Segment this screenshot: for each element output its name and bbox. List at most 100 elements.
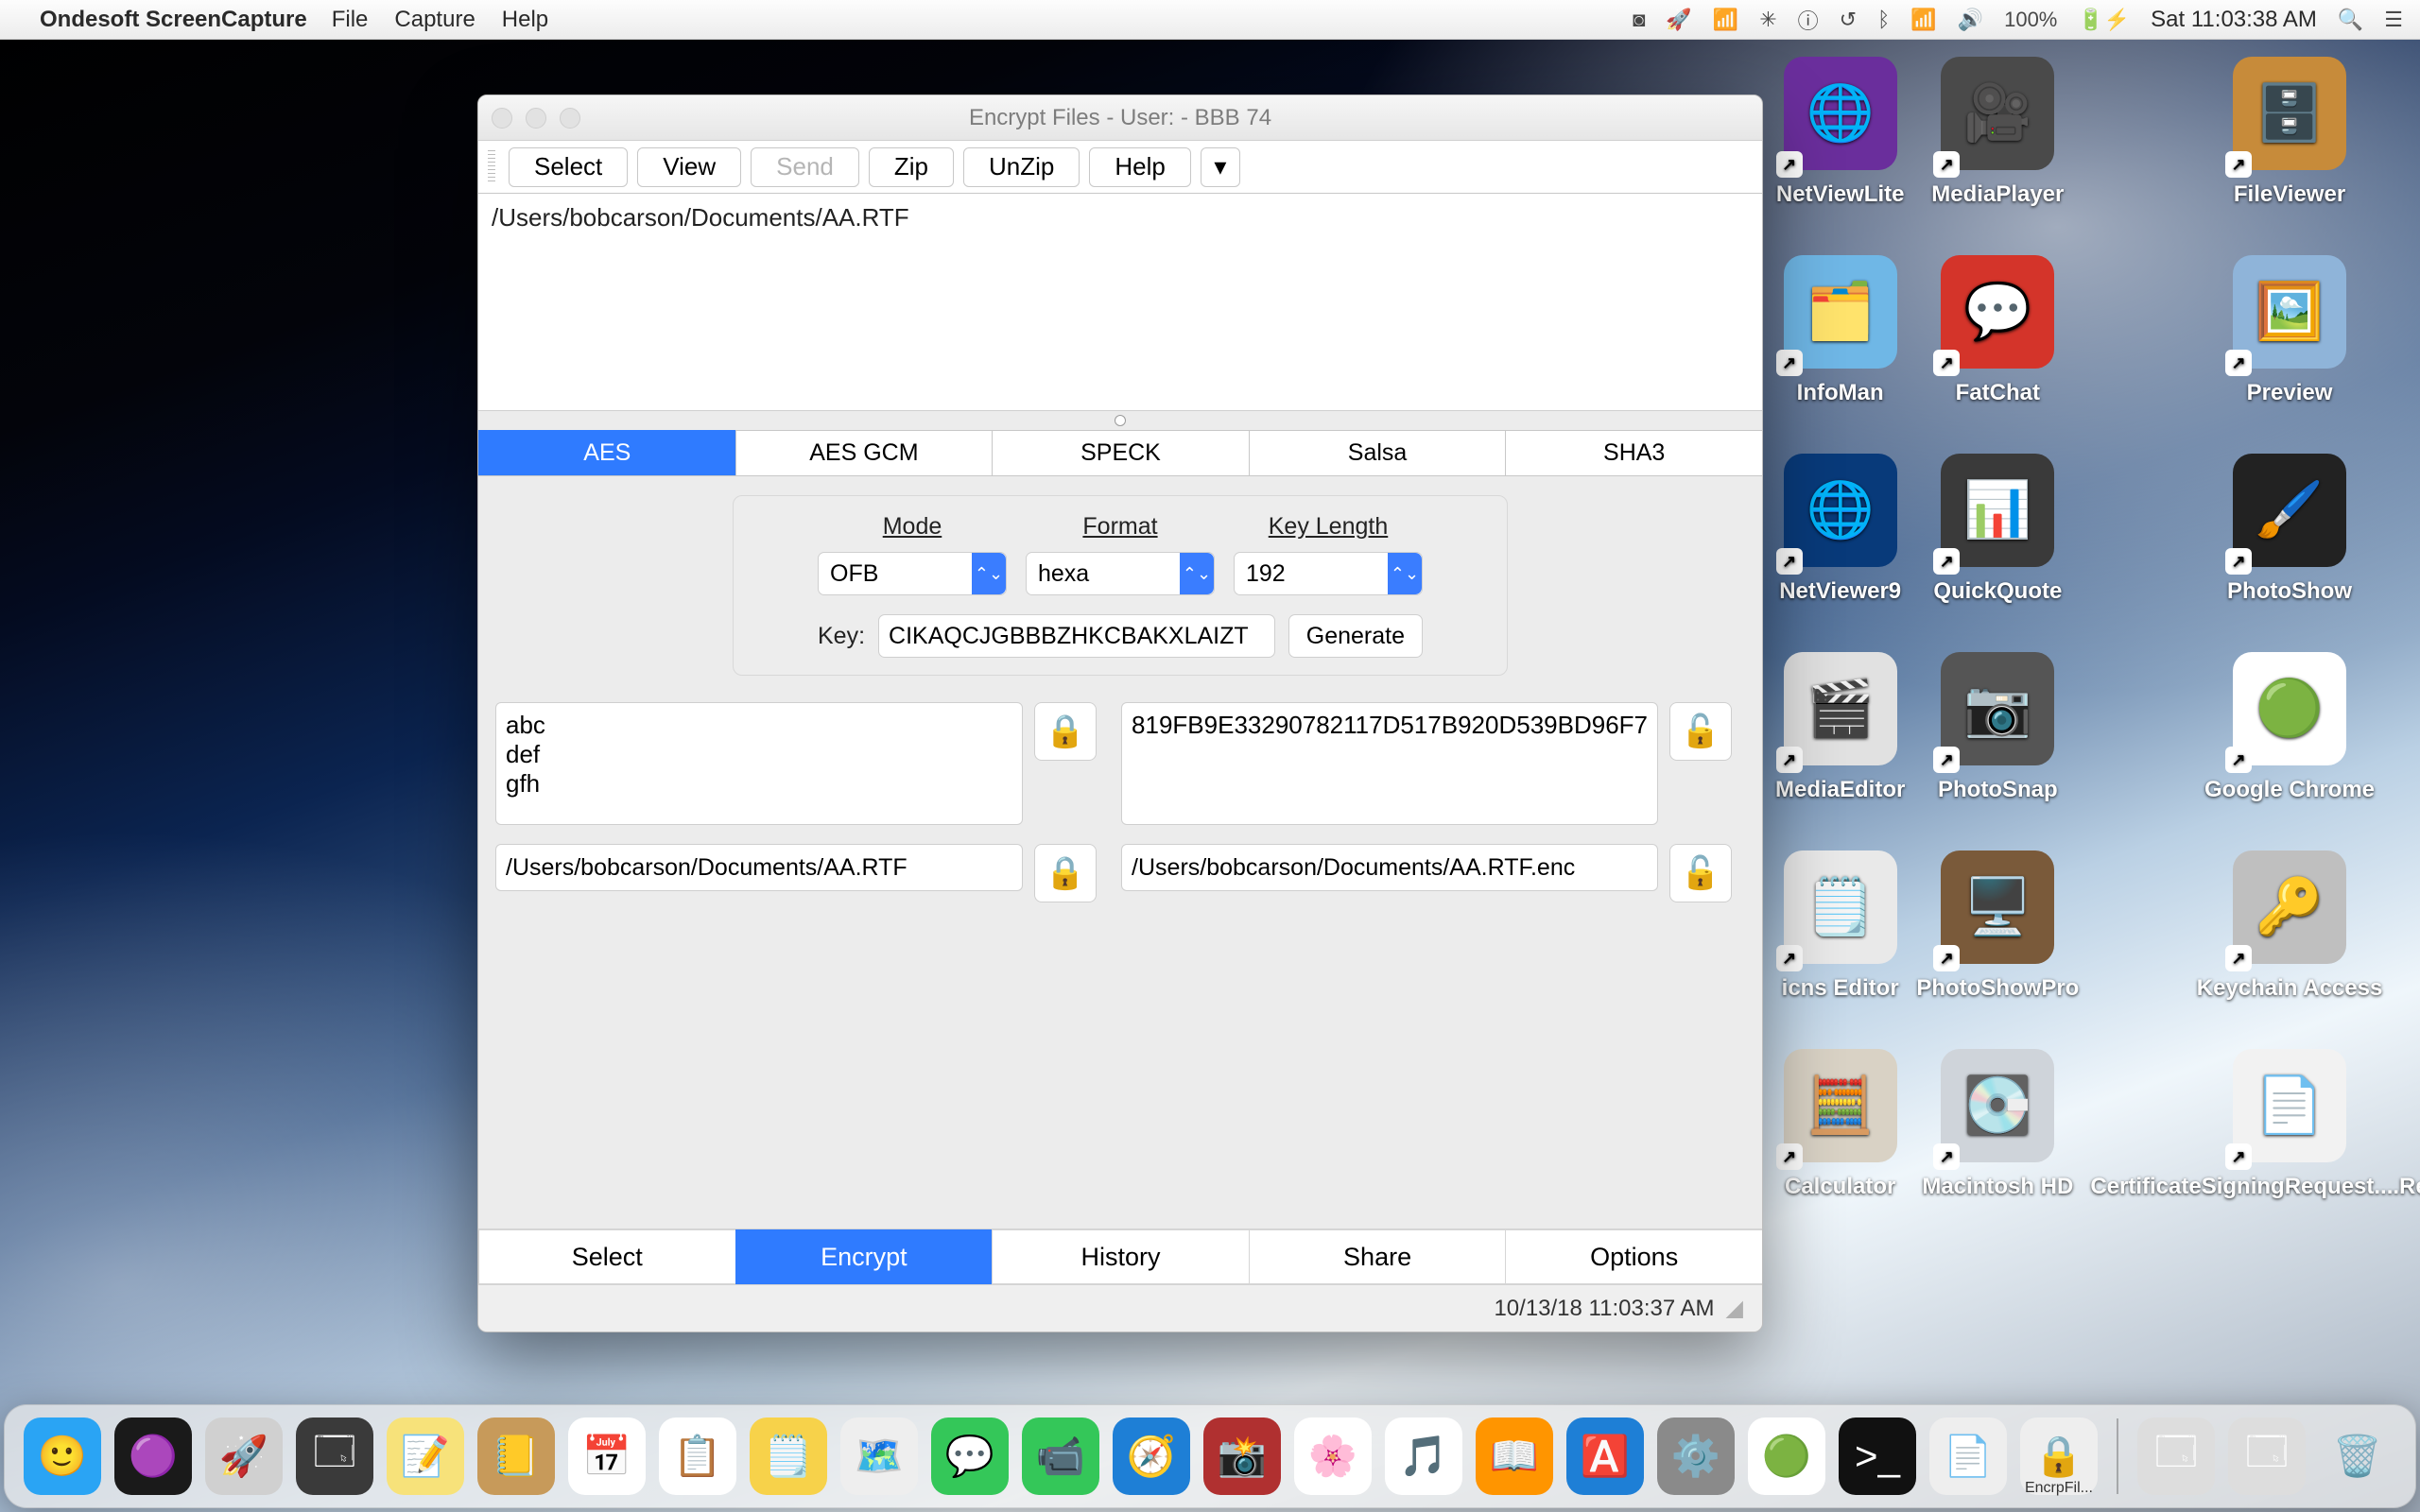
dock-item-reminders[interactable]: 📋 <box>659 1418 736 1495</box>
dock-item-calendar[interactable]: 📅 <box>568 1418 646 1495</box>
desktop-icon[interactable]: 🎥↗MediaPlayer <box>1910 57 2084 255</box>
desktop-icon[interactable]: 🖼️↗Preview <box>2084 255 2420 454</box>
encrypt-text-button[interactable]: 🔒 <box>1034 702 1097 761</box>
menubar-spotlight-icon[interactable]: 🔍 <box>2338 8 2363 32</box>
menu-capture[interactable]: Capture <box>394 7 475 33</box>
desktop-icon[interactable]: 🟢↗Google Chrome <box>2084 652 2420 850</box>
desktop-icon[interactable]: 🌐↗NetViewLite <box>1770 57 1910 255</box>
bottom-tab[interactable]: Share <box>1249 1229 1507 1284</box>
menubar-battery-text[interactable]: 100% <box>2004 8 2057 32</box>
algo-tab[interactable]: AES <box>478 430 736 475</box>
menubar-screencapture-icon[interactable]: ◙ <box>1633 8 1645 32</box>
dock-item-mission-control[interactable]: 🗔 <box>296 1418 373 1495</box>
toolbar-zip-button[interactable]: Zip <box>869 147 954 187</box>
split-handle[interactable] <box>478 411 1762 430</box>
dock-item-doc2[interactable]: 🗔 <box>2228 1418 2306 1495</box>
dock-item-safari[interactable]: 🧭 <box>1113 1418 1190 1495</box>
menubar-clock[interactable]: Sat 11:03:38 AM <box>2151 7 2317 33</box>
desktop-icon[interactable]: 🗄️↗FileViewer <box>2084 57 2420 255</box>
dock-item-facetime[interactable]: 📹 <box>1022 1418 1099 1495</box>
dock-item-notes[interactable]: 📝 <box>387 1418 464 1495</box>
algo-tab[interactable]: SHA3 <box>1505 430 1763 475</box>
desktop-icon[interactable]: 🖌️↗PhotoShow <box>2084 454 2420 652</box>
toolbar-grip-icon[interactable] <box>488 150 495 184</box>
algo-tab[interactable]: AES GCM <box>735 430 994 475</box>
dock-item-textedit[interactable]: 📄 <box>1929 1418 2007 1495</box>
algo-tab[interactable]: Salsa <box>1249 430 1507 475</box>
menubar-battery-icon[interactable]: 🔋⚡ <box>2078 8 2130 32</box>
dock-item-contacts[interactable]: 📒 <box>477 1418 555 1495</box>
desktop-icon[interactable]: 📄↗CertificateSigningRequest....Request <box>2084 1049 2420 1247</box>
decrypt-file-button[interactable]: 🔓 <box>1669 844 1732 902</box>
dock-item-trash[interactable]: 🗑️ <box>2319 1418 2396 1495</box>
menubar-wifi-alt-icon[interactable]: 📶 <box>1713 8 1738 32</box>
menubar-rocket-icon[interactable]: 🚀 <box>1666 8 1691 32</box>
decrypt-text-button[interactable]: 🔓 <box>1669 702 1732 761</box>
toolbar-help-button[interactable]: Help <box>1089 147 1190 187</box>
menu-file[interactable]: File <box>332 7 369 33</box>
resize-grip-icon[interactable]: ◢ <box>1726 1295 1743 1322</box>
menubar-timemachine-icon[interactable]: ↺ <box>1840 8 1857 32</box>
toolbar-view-button[interactable]: View <box>637 147 741 187</box>
desktop-icon[interactable]: 💽↗Macintosh HD <box>1910 1049 2084 1247</box>
window-minimize-button[interactable] <box>526 108 546 129</box>
desktop-icon[interactable]: 🎬↗MediaEditor <box>1770 652 1910 850</box>
desktop-icon[interactable]: 🗒️↗icns Editor <box>1770 850 1910 1049</box>
window-zoom-button[interactable] <box>560 108 580 129</box>
dock-item-appstore[interactable]: 🅰️ <box>1566 1418 1644 1495</box>
menubar-volume-icon[interactable]: 🔊 <box>1958 8 1983 32</box>
bottom-tab[interactable]: Options <box>1505 1229 1763 1284</box>
dock-item-stickies[interactable]: 🗒️ <box>750 1418 827 1495</box>
dock-item-photobooth[interactable]: 📸 <box>1203 1418 1281 1495</box>
desktop-icon[interactable]: 💬↗FatChat <box>1910 255 2084 454</box>
bottom-tab[interactable]: Select <box>478 1229 736 1284</box>
desktop-icon[interactable]: 🌐↗NetViewer9 <box>1770 454 1910 652</box>
menubar-app-name[interactable]: Ondesoft ScreenCapture <box>40 7 307 33</box>
format-select[interactable]: hexa ⌃⌄ <box>1026 552 1215 595</box>
desktop-icon[interactable]: 📊↗QuickQuote <box>1910 454 2084 652</box>
menubar-antivirus-icon[interactable]: ✳︎ <box>1759 8 1776 32</box>
dock-item-terminal[interactable]: >_ <box>1839 1418 1916 1495</box>
dock-item-maps[interactable]: 🗺️ <box>840 1418 918 1495</box>
generate-button[interactable]: Generate <box>1288 614 1423 658</box>
toolbar-unzip-button[interactable]: UnZip <box>963 147 1080 187</box>
file-list[interactable]: /Users/bobcarson/Documents/AA.RTF <box>478 194 1762 411</box>
menu-help[interactable]: Help <box>502 7 548 33</box>
toolbar-send-button[interactable]: Send <box>751 147 859 187</box>
plaintext-input[interactable]: abc def gfh <box>495 702 1023 825</box>
desktop-icon[interactable]: 📷↗PhotoSnap <box>1910 652 2084 850</box>
menubar-bluetooth-icon[interactable]: ᛒ <box>1877 8 1890 32</box>
dock-item-itunes[interactable]: 🎵 <box>1385 1418 1462 1495</box>
input-path-field[interactable] <box>495 844 1023 891</box>
menubar-wifi-icon[interactable]: 📶 <box>1910 8 1936 32</box>
file-list-item[interactable]: /Users/bobcarson/Documents/AA.RTF <box>492 203 1749 232</box>
bottom-tab[interactable]: Encrypt <box>735 1229 994 1284</box>
dock-item-chrome[interactable]: 🟢 <box>1748 1418 1825 1495</box>
keylen-select[interactable]: 192 ⌃⌄ <box>1234 552 1423 595</box>
menubar-notifications-icon[interactable]: ☰ <box>2384 8 2403 32</box>
dock-item-doc1[interactable]: 🗔 <box>2137 1418 2215 1495</box>
dock-item-messages[interactable]: 💬 <box>931 1418 1009 1495</box>
desktop-icon[interactable]: 🔑↗Keychain Access <box>2084 850 2420 1049</box>
toolbar-select-button[interactable]: Select <box>509 147 628 187</box>
output-path-field[interactable] <box>1121 844 1658 891</box>
algo-tab[interactable]: SPECK <box>992 430 1250 475</box>
dock-item-ibooks[interactable]: 📖 <box>1476 1418 1553 1495</box>
dock-item-preferences[interactable]: ⚙️ <box>1657 1418 1735 1495</box>
toolbar-overflow-button[interactable]: ▾ <box>1201 147 1240 187</box>
dock-item-siri[interactable]: 🟣 <box>114 1418 192 1495</box>
window-titlebar[interactable]: Encrypt Files - User: - BBB 74 <box>478 95 1762 141</box>
encrypt-file-button[interactable]: 🔒 <box>1034 844 1097 902</box>
ciphertext-output[interactable]: 819FB9E33290782117D517B920D539BD96F7 <box>1121 702 1658 825</box>
window-close-button[interactable] <box>492 108 512 129</box>
desktop-icon[interactable]: 🧮↗Calculator <box>1770 1049 1910 1247</box>
desktop-icon[interactable]: 🗂️↗InfoMan <box>1770 255 1910 454</box>
dock-item-launchpad[interactable]: 🚀 <box>205 1418 283 1495</box>
dock-item-finder[interactable]: 🙂 <box>24 1418 101 1495</box>
mode-select[interactable]: OFB ⌃⌄ <box>818 552 1007 595</box>
key-input[interactable] <box>878 614 1275 658</box>
bottom-tab[interactable]: History <box>992 1229 1250 1284</box>
dock-item-photos[interactable]: 🌸 <box>1294 1418 1372 1495</box>
desktop-icon[interactable]: 🖥️↗PhotoShowPro <box>1910 850 2084 1049</box>
menubar-accessibility-icon[interactable]: ⓘ <box>1798 5 1819 35</box>
